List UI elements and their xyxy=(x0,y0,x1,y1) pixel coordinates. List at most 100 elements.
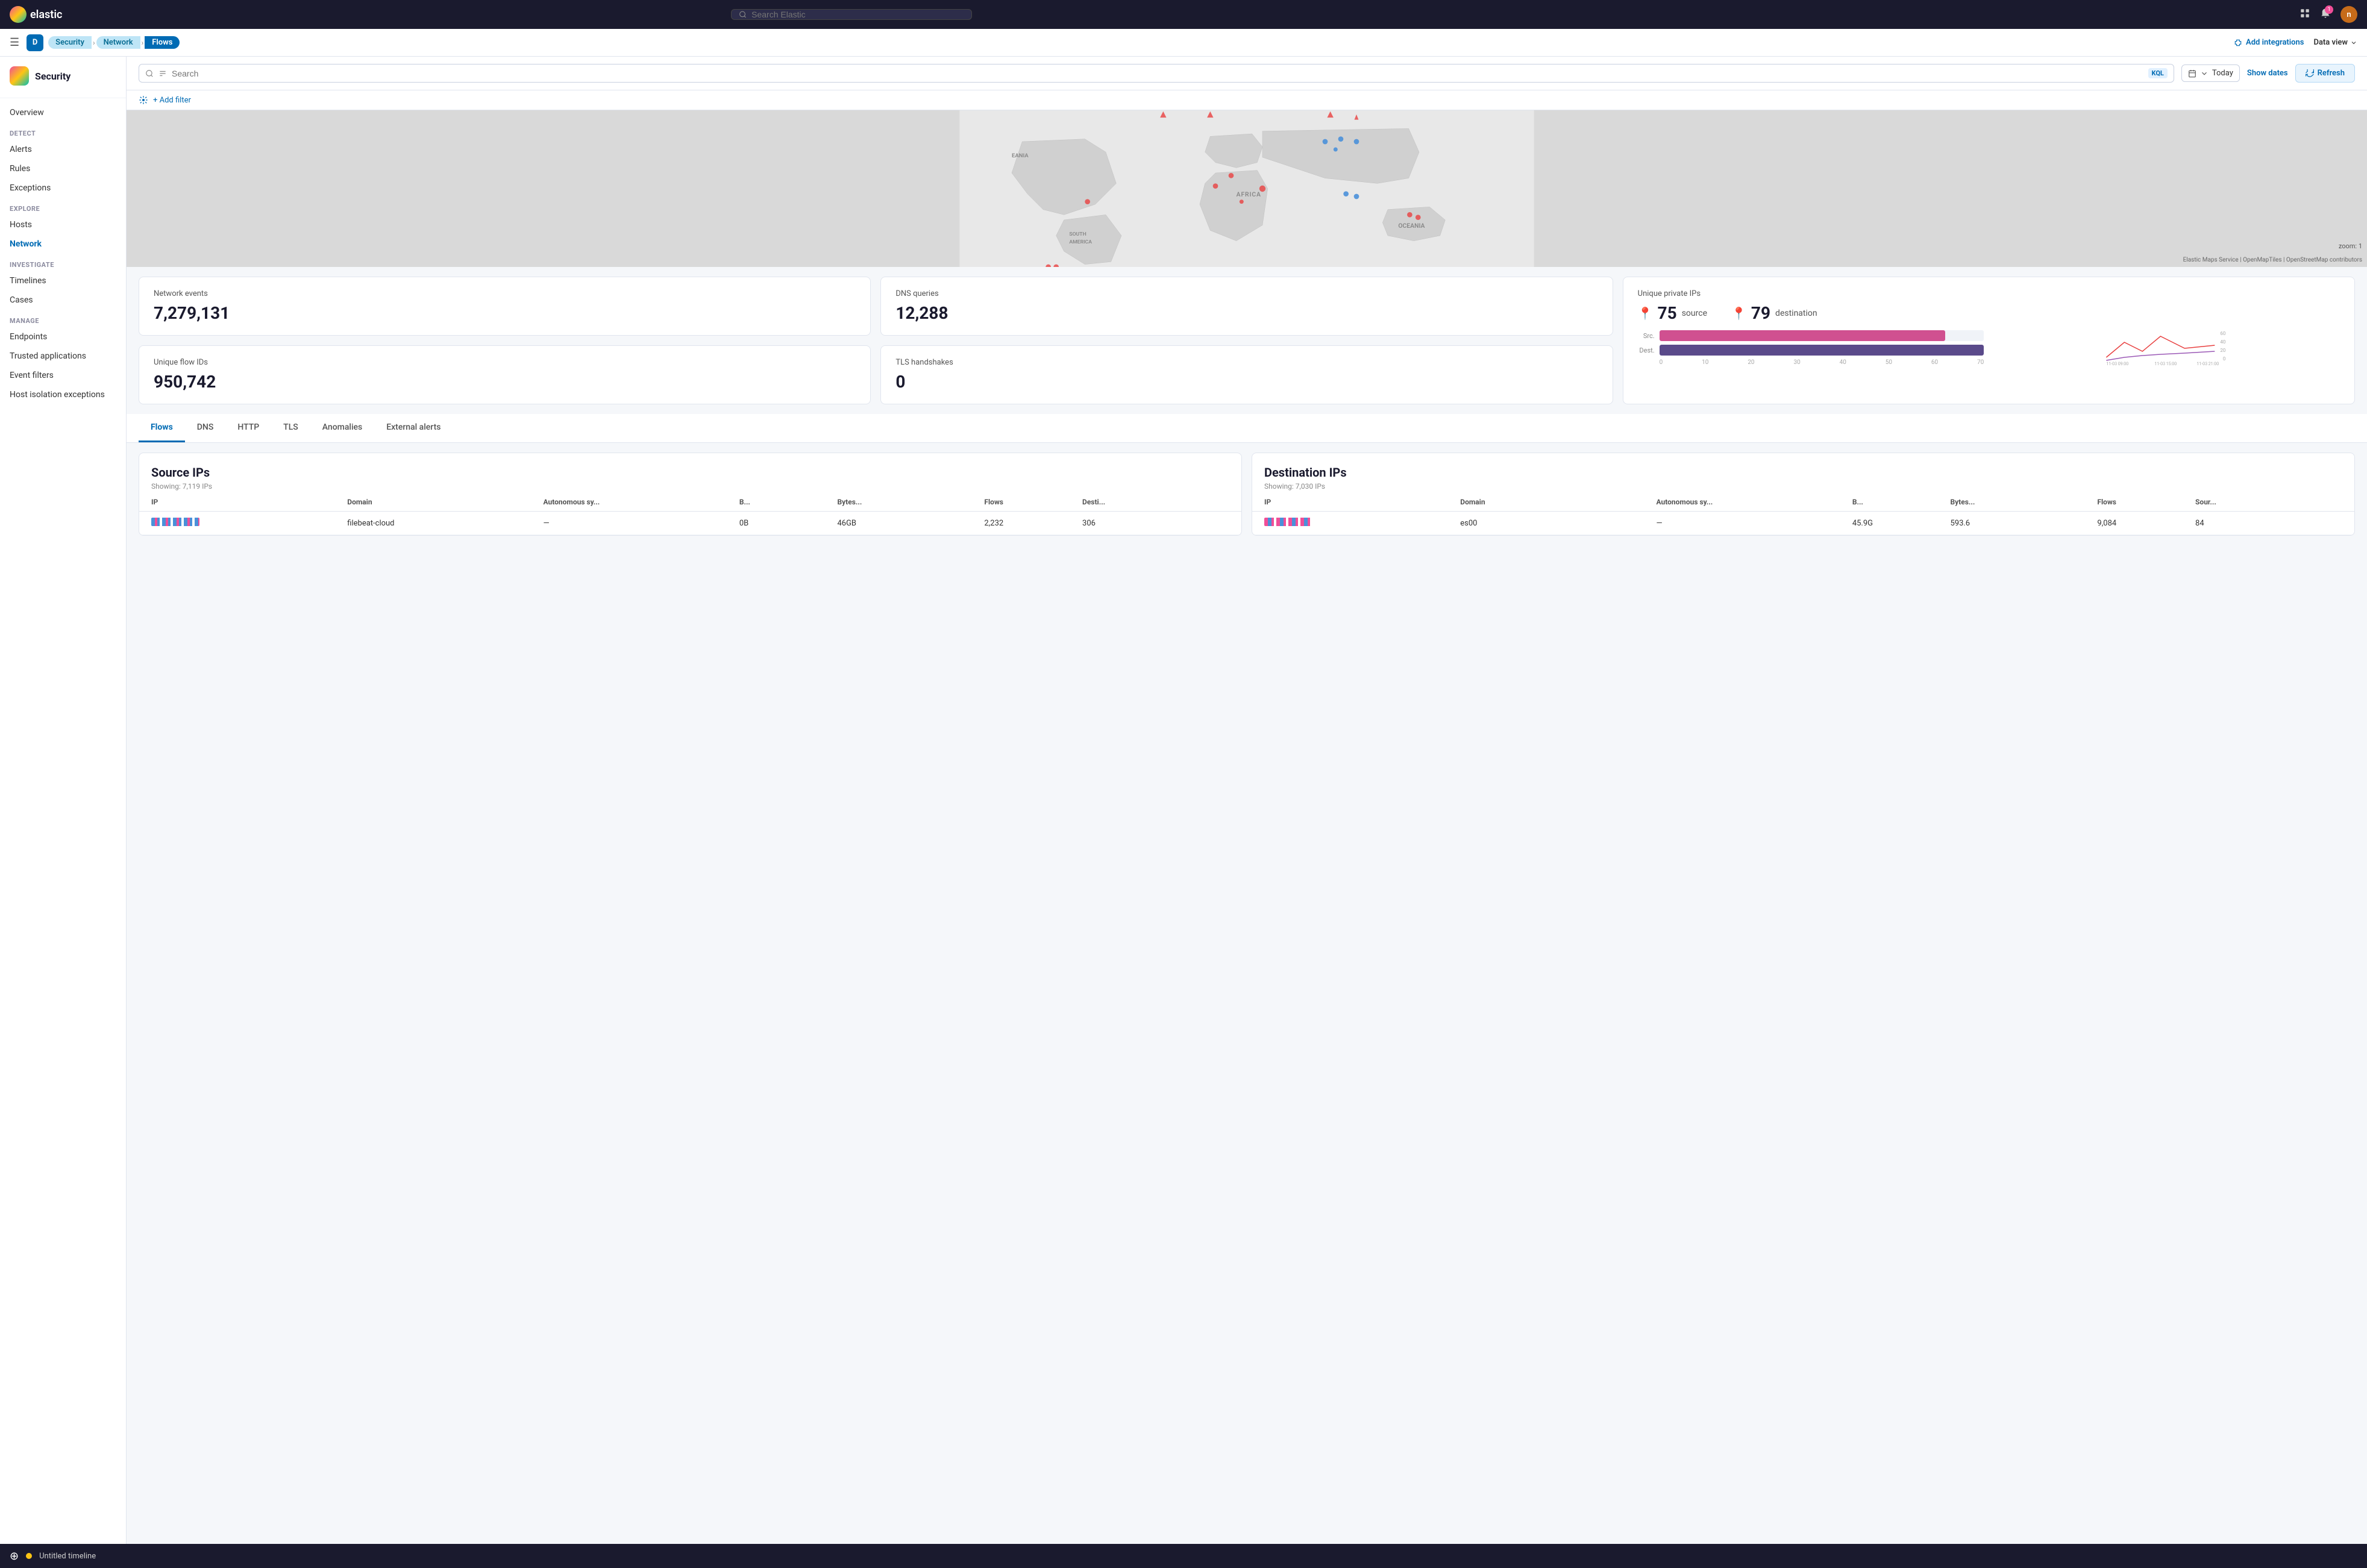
source-ips-cols: IP Domain Autonomous sy... B... Bytes...… xyxy=(139,493,1241,512)
dest-ips-title: Destination IPs xyxy=(1264,465,2342,480)
dest-ip-item: 📍 79 destination xyxy=(1731,303,1817,323)
search-type-icon xyxy=(158,69,167,78)
sidebar-item-endpoints[interactable]: Endpoints xyxy=(0,327,126,347)
dest-bar-row: Dest. xyxy=(1638,345,1984,356)
calendar-icon xyxy=(2188,69,2196,78)
sidebar-item-host-isolation[interactable]: Host isolation exceptions xyxy=(0,385,126,404)
ip-tables-row: Source IPs Showing: 7,119 IPs IP Domain … xyxy=(127,443,2367,545)
dest-domain-0: es00 xyxy=(1460,519,1656,528)
unique-ips-row: 📍 75 source 📍 79 destination xyxy=(1638,303,2340,323)
stat-card-dns-queries: DNS queries 12,288 xyxy=(880,277,1613,336)
sidebar-section-detect: Detect xyxy=(0,122,126,140)
timeline-label[interactable]: Untitled timeline xyxy=(39,1552,96,1561)
tab-tls[interactable]: TLS xyxy=(271,414,310,442)
bottom-timeline-bar: ⊕ Untitled timeline xyxy=(0,1544,2367,1568)
breadcrumb-bar: ☰ D Security › Network › Flows Add integ… xyxy=(0,29,2367,57)
src-domain-0: filebeat-cloud xyxy=(347,519,543,528)
sidebar-item-endpoints-label: Endpoints xyxy=(10,332,47,342)
kql-badge[interactable]: KQL xyxy=(2148,68,2168,78)
breadcrumb-network[interactable]: Network xyxy=(96,36,140,49)
svg-text:40: 40 xyxy=(2221,339,2226,345)
map-section: AFRICA SOUTH AMERICA OCEANIA EANIA xyxy=(127,110,2367,267)
add-integrations-button[interactable]: Add integrations xyxy=(2234,38,2304,47)
tab-external-alerts[interactable]: External alerts xyxy=(374,414,453,442)
search-input[interactable] xyxy=(172,69,2143,78)
sidebar-item-event-filters[interactable]: Event filters xyxy=(0,366,126,385)
col-flows-src: Flows xyxy=(984,498,1082,506)
sidebar-item-timelines[interactable]: Timelines xyxy=(0,271,126,290)
svg-text:20: 20 xyxy=(2221,348,2226,353)
grid-icon[interactable] xyxy=(2300,8,2310,22)
stat-card-network-events: Network events 7,279,131 xyxy=(139,277,871,336)
search-input-icon xyxy=(145,69,154,78)
dest-bar-label: Dest. xyxy=(1638,347,1655,354)
col-flows-dest: Flows xyxy=(2097,498,2195,506)
map-zoom-label: zoom: 1 xyxy=(2339,242,2362,250)
refresh-button[interactable]: Refresh xyxy=(2295,64,2355,83)
sidebar: Security Overview Detect Alerts Rules Ex… xyxy=(0,57,127,1568)
tab-flows[interactable]: Flows xyxy=(139,414,185,442)
tab-anomalies[interactable]: Anomalies xyxy=(310,414,374,442)
dest-bytes-0: 593.6 xyxy=(1950,519,2097,528)
show-dates-button[interactable]: Show dates xyxy=(2247,69,2288,78)
user-avatar[interactable]: n xyxy=(2340,6,2357,23)
sidebar-item-cases[interactable]: Cases xyxy=(0,290,126,310)
sidebar-item-trusted-apps-label: Trusted applications xyxy=(10,351,86,361)
sidebar-item-exceptions[interactable]: Exceptions xyxy=(0,178,126,198)
top-navigation: elastic 1 n xyxy=(0,0,2367,29)
tab-dns[interactable]: DNS xyxy=(185,414,226,442)
col-b-src: B... xyxy=(739,498,838,506)
src-bar-outer xyxy=(1660,330,1984,341)
add-filter-button[interactable]: + Add filter xyxy=(153,96,191,105)
svg-text:60: 60 xyxy=(2221,331,2226,336)
svg-text:AFRICA: AFRICA xyxy=(1237,190,1261,198)
stats-row: Network events 7,279,131 DNS queries 12,… xyxy=(127,267,2367,414)
sidebar-item-trusted-apps[interactable]: Trusted applications xyxy=(0,347,126,366)
bar-chart-x-labels: 0 10 20 30 40 50 60 70 xyxy=(1638,359,1984,366)
tab-http[interactable]: HTTP xyxy=(225,414,271,442)
workspace-badge[interactable]: D xyxy=(27,34,43,51)
dest-ips-subtitle: Showing: 7,030 IPs xyxy=(1264,482,2342,491)
breadcrumb-security[interactable]: Security xyxy=(48,36,92,49)
elastic-logo[interactable]: elastic xyxy=(10,6,62,23)
timeline-add-button[interactable]: ⊕ xyxy=(10,1550,19,1563)
col-autonomous-src: Autonomous sy... xyxy=(544,498,739,506)
timeline-dot xyxy=(26,1553,32,1559)
svg-text:EANIA: EANIA xyxy=(1012,152,1029,159)
security-brand-icon xyxy=(10,66,29,86)
col-bytes-src: Bytes... xyxy=(837,498,984,506)
breadcrumb-flows[interactable]: Flows xyxy=(145,36,180,49)
dest-bar-fill xyxy=(1660,345,1984,356)
data-view-button[interactable]: Data view xyxy=(2313,38,2357,47)
sidebar-item-cases-label: Cases xyxy=(10,295,33,305)
sidebar-item-rules-label: Rules xyxy=(10,164,30,174)
sidebar-brand-text: Security xyxy=(35,71,71,82)
search-input-wrap[interactable]: KQL xyxy=(139,64,2174,83)
dest-ip-label: destination xyxy=(1775,309,1817,318)
sidebar-item-network[interactable]: Network xyxy=(0,234,126,254)
ip-pixelated-src-0 xyxy=(151,518,199,526)
col-ip-dest: IP xyxy=(1264,498,1460,506)
filter-options-icon[interactable] xyxy=(139,95,148,105)
dest-ips-header: Destination IPs Showing: 7,030 IPs xyxy=(1252,453,2354,493)
svg-text:11-03 09:00: 11-03 09:00 xyxy=(2107,362,2129,366)
global-search-input[interactable] xyxy=(751,10,964,19)
refresh-label: Refresh xyxy=(2318,69,2345,78)
col-ip-src: IP xyxy=(151,498,347,506)
stat-label-tls: TLS handshakes xyxy=(895,358,1597,367)
notification-bell-icon[interactable]: 1 xyxy=(2320,8,2331,22)
sidebar-item-overview[interactable]: Overview xyxy=(0,103,126,122)
hamburger-menu[interactable]: ☰ xyxy=(10,36,19,49)
map-footer: Elastic Maps Service | OpenMapTiles | Op… xyxy=(2183,257,2362,263)
src-ip-0 xyxy=(151,518,347,528)
date-picker[interactable]: Today xyxy=(2181,64,2240,82)
sidebar-item-alerts[interactable]: Alerts xyxy=(0,140,126,159)
dest-b-0: 45.9G xyxy=(1852,519,1951,528)
breadcrumb-arrow-1: › xyxy=(93,39,95,47)
src-bar-fill xyxy=(1660,330,1945,341)
global-search[interactable] xyxy=(731,9,972,20)
sidebar-item-hosts[interactable]: Hosts xyxy=(0,215,126,234)
sidebar-item-alerts-label: Alerts xyxy=(10,145,32,154)
sidebar-item-rules[interactable]: Rules xyxy=(0,159,126,178)
sidebar-item-overview-label: Overview xyxy=(10,108,44,118)
